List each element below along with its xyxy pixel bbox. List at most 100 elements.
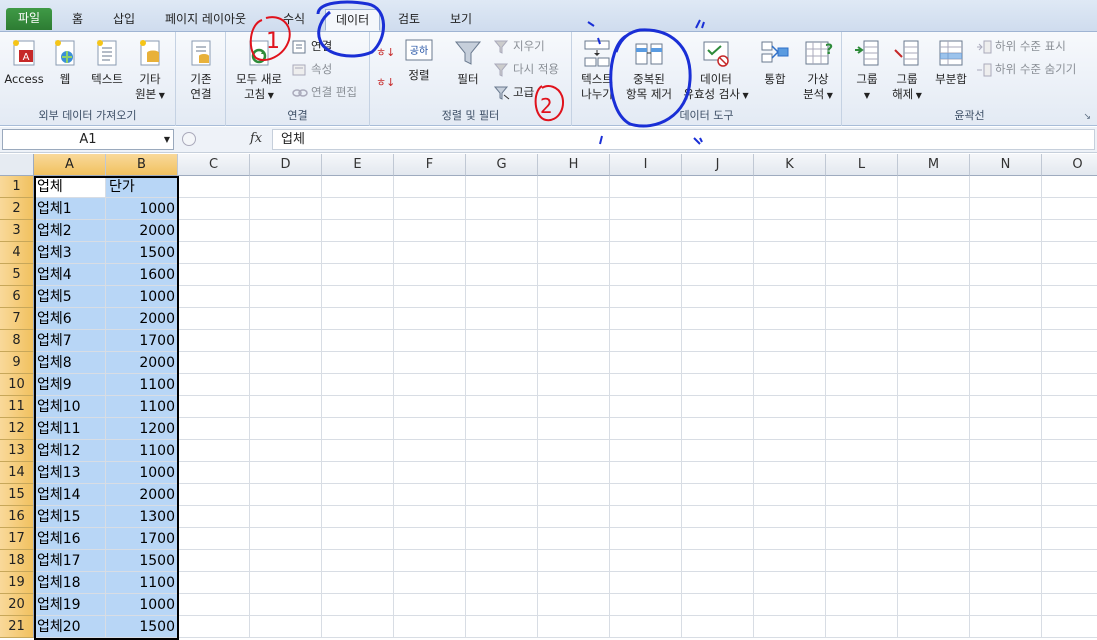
cell-b10[interactable]: 1100	[106, 374, 178, 396]
cell-i3[interactable]	[610, 220, 682, 242]
cell-d16[interactable]	[250, 506, 322, 528]
cell-d17[interactable]	[250, 528, 322, 550]
cell-l6[interactable]	[826, 286, 898, 308]
row-header[interactable]: 6	[0, 286, 34, 308]
cell-f18[interactable]	[394, 550, 466, 572]
row-header[interactable]: 20	[0, 594, 34, 616]
cell-m14[interactable]	[898, 462, 970, 484]
row-header[interactable]: 14	[0, 462, 34, 484]
hide-detail-button[interactable]: 하위 수준 숨기기	[976, 59, 1076, 79]
properties-button[interactable]: 속성	[292, 59, 332, 79]
cell-i17[interactable]	[610, 528, 682, 550]
cell-l8[interactable]	[826, 330, 898, 352]
cell-e21[interactable]	[322, 616, 394, 638]
cell-j21[interactable]	[682, 616, 754, 638]
cell-a12[interactable]: 업체11	[34, 418, 106, 440]
ungroup-button[interactable]: 그룹 해제 ▼	[890, 38, 924, 103]
cell-d9[interactable]	[250, 352, 322, 374]
chevron-down-icon[interactable]: ▼	[164, 130, 170, 149]
cell-n14[interactable]	[970, 462, 1042, 484]
cell-g20[interactable]	[466, 594, 538, 616]
cell-k14[interactable]	[754, 462, 826, 484]
cell-j10[interactable]	[682, 374, 754, 396]
cell-o14[interactable]	[1042, 462, 1097, 484]
cell-f15[interactable]	[394, 484, 466, 506]
cell-l2[interactable]	[826, 198, 898, 220]
cell-d13[interactable]	[250, 440, 322, 462]
tab-3[interactable]: 페이지 레이아웃	[155, 9, 256, 31]
cell-b8[interactable]: 1700	[106, 330, 178, 352]
cell-m9[interactable]	[898, 352, 970, 374]
cell-m11[interactable]	[898, 396, 970, 418]
cell-i4[interactable]	[610, 242, 682, 264]
select-all-corner[interactable]	[0, 154, 34, 176]
cell-j1[interactable]	[682, 176, 754, 198]
refresh-all-button[interactable]: 모두 새로 고침 ▼	[230, 38, 288, 103]
cell-e6[interactable]	[322, 286, 394, 308]
cell-g5[interactable]	[466, 264, 538, 286]
cell-f10[interactable]	[394, 374, 466, 396]
tab-5[interactable]: 데이터	[325, 9, 381, 31]
cell-g12[interactable]	[466, 418, 538, 440]
cell-j17[interactable]	[682, 528, 754, 550]
tab-1[interactable]: 홈	[62, 9, 93, 31]
row-header[interactable]: 15	[0, 484, 34, 506]
cell-k9[interactable]	[754, 352, 826, 374]
cell-c3[interactable]	[178, 220, 250, 242]
column-header-g[interactable]: G	[466, 154, 538, 176]
cell-e13[interactable]	[322, 440, 394, 462]
cell-f17[interactable]	[394, 528, 466, 550]
column-header-d[interactable]: D	[250, 154, 322, 176]
cell-o5[interactable]	[1042, 264, 1097, 286]
cell-o4[interactable]	[1042, 242, 1097, 264]
from-other-sources-button[interactable]: 기타 원본 ▼	[130, 38, 170, 103]
cell-j13[interactable]	[682, 440, 754, 462]
cell-n1[interactable]	[970, 176, 1042, 198]
cell-e10[interactable]	[322, 374, 394, 396]
cell-e3[interactable]	[322, 220, 394, 242]
cell-a14[interactable]: 업체13	[34, 462, 106, 484]
cell-k10[interactable]	[754, 374, 826, 396]
cell-a8[interactable]: 업체7	[34, 330, 106, 352]
cell-k18[interactable]	[754, 550, 826, 572]
cell-i13[interactable]	[610, 440, 682, 462]
cell-o11[interactable]	[1042, 396, 1097, 418]
cell-f12[interactable]	[394, 418, 466, 440]
cell-a16[interactable]: 업체15	[34, 506, 106, 528]
cell-g15[interactable]	[466, 484, 538, 506]
cell-h20[interactable]	[538, 594, 610, 616]
cell-c10[interactable]	[178, 374, 250, 396]
dialog-launcher-icon[interactable]: ↘	[1083, 112, 1091, 122]
cell-k2[interactable]	[754, 198, 826, 220]
tab-6[interactable]: 검토	[388, 9, 430, 31]
row-header[interactable]: 17	[0, 528, 34, 550]
cell-a17[interactable]: 업체16	[34, 528, 106, 550]
cell-b5[interactable]: 1600	[106, 264, 178, 286]
cell-g7[interactable]	[466, 308, 538, 330]
cell-i19[interactable]	[610, 572, 682, 594]
cell-d3[interactable]	[250, 220, 322, 242]
cell-c14[interactable]	[178, 462, 250, 484]
cell-d20[interactable]	[250, 594, 322, 616]
cell-j15[interactable]	[682, 484, 754, 506]
cell-g9[interactable]	[466, 352, 538, 374]
cell-h9[interactable]	[538, 352, 610, 374]
cell-c6[interactable]	[178, 286, 250, 308]
remove-duplicates-button[interactable]: 중복된 항목 제거	[618, 38, 680, 102]
cell-i2[interactable]	[610, 198, 682, 220]
cell-h14[interactable]	[538, 462, 610, 484]
cell-k6[interactable]	[754, 286, 826, 308]
cell-m3[interactable]	[898, 220, 970, 242]
cell-c7[interactable]	[178, 308, 250, 330]
row-header[interactable]: 12	[0, 418, 34, 440]
filter-button[interactable]: 필터	[450, 38, 486, 87]
column-header-h[interactable]: H	[538, 154, 610, 176]
cell-k17[interactable]	[754, 528, 826, 550]
cell-g14[interactable]	[466, 462, 538, 484]
cell-m13[interactable]	[898, 440, 970, 462]
cell-f2[interactable]	[394, 198, 466, 220]
cell-d15[interactable]	[250, 484, 322, 506]
cell-n6[interactable]	[970, 286, 1042, 308]
cell-c12[interactable]	[178, 418, 250, 440]
cell-a10[interactable]: 업체9	[34, 374, 106, 396]
